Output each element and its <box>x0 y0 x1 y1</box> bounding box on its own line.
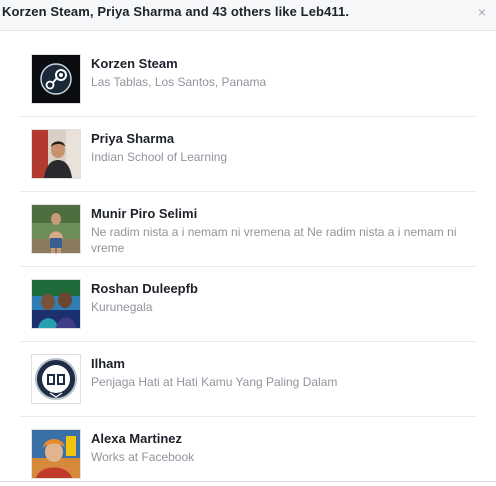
list-item: Alexa Martinez Works at Facebook <box>19 417 476 486</box>
list-item: Ilham Penjaga Hati at Hati Kamu Yang Pal… <box>19 342 476 417</box>
list-item: Roshan Duleepfb Kurunegala <box>19 267 476 342</box>
person-subtitle: Kurunegala <box>91 300 153 314</box>
list-item: Munir Piro Selimi Ne radim nista a i nem… <box>19 192 476 267</box>
person-subtitle: Works at Facebook <box>91 450 195 464</box>
person-name[interactable]: Priya Sharma <box>91 131 174 146</box>
person-name[interactable]: Roshan Duleepfb <box>91 281 198 296</box>
profile-photo <box>32 430 80 478</box>
avatar[interactable] <box>31 129 81 179</box>
person-subtitle: Las Tablas, Los Santos, Panama <box>91 75 267 89</box>
person-name[interactable]: Munir Piro Selimi <box>91 206 197 221</box>
person-name[interactable]: Ilham <box>91 356 125 371</box>
avatar[interactable] <box>31 279 81 329</box>
person-name[interactable]: Korzen Steam <box>91 56 178 71</box>
person-subtitle: Indian School of Learning <box>91 150 228 164</box>
person-subtitle: Penjaga Hati at Hati Kamu Yang Paling Da… <box>91 375 338 389</box>
profile-photo <box>32 130 80 178</box>
person-subtitle: Ne radim nista a i nemam ni vremena at N… <box>91 225 457 255</box>
steam-logo-icon <box>32 55 80 103</box>
list-item: Korzen Steam Las Tablas, Los Santos, Pan… <box>19 42 476 117</box>
person-name[interactable]: Alexa Martinez <box>91 431 182 446</box>
profile-photo <box>32 205 80 253</box>
avatar[interactable] <box>31 54 81 104</box>
dialog-header: Korzen Steam, Priya Sharma and 43 others… <box>0 0 496 31</box>
likes-dialog: Korzen Steam, Priya Sharma and 43 others… <box>0 0 496 486</box>
profile-photo <box>32 280 80 328</box>
people-list: Korzen Steam Las Tablas, Los Santos, Pan… <box>19 42 476 486</box>
avatar[interactable] <box>31 354 81 404</box>
avatar[interactable] <box>31 429 81 479</box>
dialog-title: Korzen Steam, Priya Sharma and 43 others… <box>2 4 350 19</box>
list-item: Priya Sharma Indian School of Learning <box>19 117 476 192</box>
avatar[interactable] <box>31 204 81 254</box>
official-blog-badge-icon <box>32 355 80 403</box>
close-icon[interactable]: × <box>474 3 490 21</box>
footer-divider <box>0 481 496 482</box>
